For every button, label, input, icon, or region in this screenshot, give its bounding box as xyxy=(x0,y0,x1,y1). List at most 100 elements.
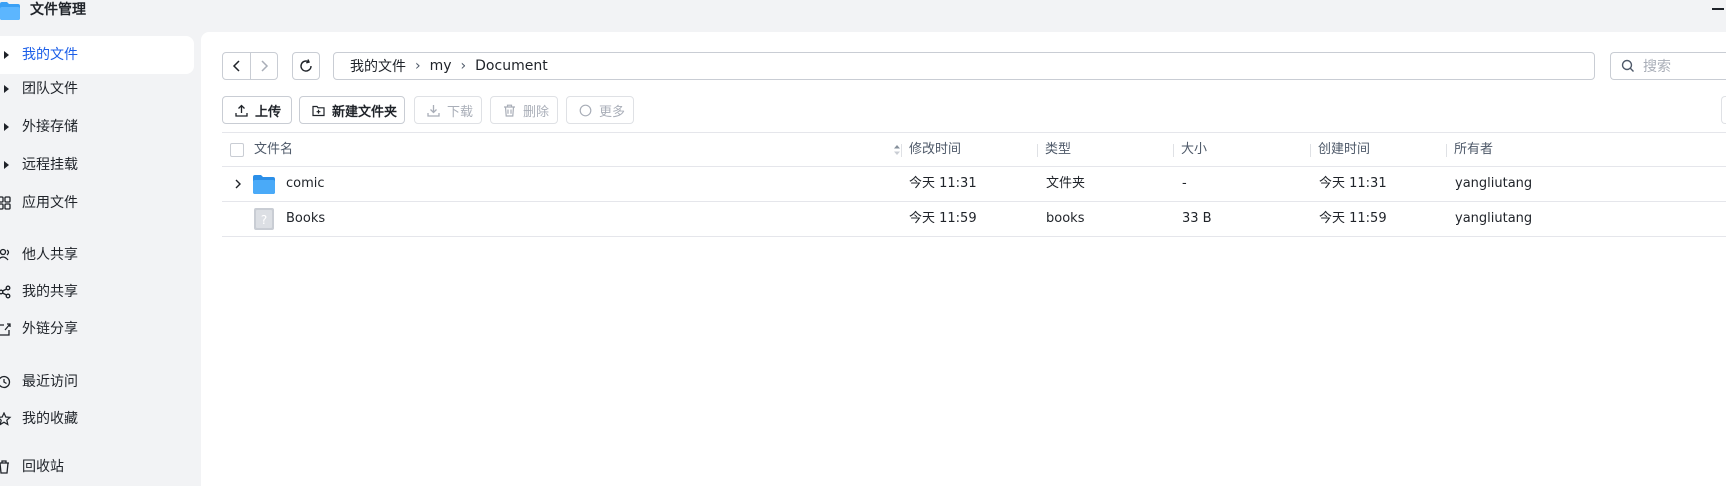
file-size: - xyxy=(1182,176,1187,191)
apps-grid-icon xyxy=(0,196,14,210)
sidebar-item-label: 外接存储 xyxy=(22,119,78,135)
sidebar-item-my-files[interactable]: 我的文件 xyxy=(0,36,194,74)
column-header-name[interactable]: 文件名 xyxy=(254,133,293,167)
file-size: 33 B xyxy=(1182,211,1212,226)
caret-right-icon xyxy=(0,158,14,172)
upload-button[interactable]: 上传 xyxy=(222,96,292,124)
file-modified: 今天 11:59 xyxy=(909,211,977,226)
breadcrumb-separator-icon: › xyxy=(460,58,467,74)
delete-button[interactable]: 删除 xyxy=(490,96,558,124)
file-name[interactable]: Books xyxy=(286,202,325,236)
breadcrumb-item-document[interactable]: Document xyxy=(475,58,548,74)
caret-right-icon xyxy=(0,82,14,96)
folder-icon xyxy=(253,173,275,195)
new-folder-button[interactable]: 新建文件夹 xyxy=(299,96,405,124)
history-nav xyxy=(222,52,278,80)
breadcrumb-separator-icon: › xyxy=(415,58,421,74)
share-icon xyxy=(0,285,14,299)
breadcrumb-item-my[interactable]: my xyxy=(430,58,452,74)
table-row[interactable]: comic 今天 11:31 文件夹 - 今天 11:31 yangliutan… xyxy=(222,167,1726,202)
svg-text:?: ? xyxy=(261,213,267,227)
column-divider[interactable] xyxy=(1173,144,1174,157)
caret-right-icon xyxy=(0,120,14,134)
column-divider[interactable] xyxy=(901,144,902,157)
clock-icon xyxy=(0,375,14,389)
expand-chevron-icon[interactable] xyxy=(234,179,242,189)
sidebar-item-favorites[interactable]: 我的收藏 xyxy=(0,400,194,438)
users-icon xyxy=(0,248,14,262)
caret-right-icon xyxy=(0,48,14,62)
table-row[interactable]: ? Books 今天 11:59 books 33 B 今天 11:59 yan… xyxy=(222,202,1726,237)
sidebar-item-app-files[interactable]: 应用文件 xyxy=(0,184,194,222)
forward-button[interactable] xyxy=(250,53,277,79)
more-label: 更多 xyxy=(599,104,626,120)
minimize-icon[interactable] xyxy=(1712,8,1724,10)
file-table: 文件名 修改时间 类型 大小 创建时间 所有者 comic 今天 11:31 文… xyxy=(222,132,1726,237)
folder-app-icon xyxy=(0,1,20,20)
file-created: 今天 11:31 xyxy=(1319,176,1387,191)
search-placeholder: 搜索 xyxy=(1643,59,1671,75)
download-button[interactable]: 下载 xyxy=(414,96,482,124)
sidebar-item-team-files[interactable]: 团队文件 xyxy=(0,70,194,108)
download-icon xyxy=(427,104,440,117)
title-bar: 文件管理 xyxy=(0,0,1726,22)
select-all-checkbox[interactable] xyxy=(230,143,244,157)
search-icon xyxy=(1621,59,1635,73)
sidebar-item-label: 我的共享 xyxy=(22,284,78,300)
sidebar-item-label: 回收站 xyxy=(22,459,64,475)
star-icon xyxy=(0,412,14,426)
trash-icon xyxy=(503,104,516,117)
sidebar-item-label: 团队文件 xyxy=(22,81,78,97)
external-link-icon xyxy=(0,322,14,336)
trash-icon xyxy=(0,460,14,474)
sidebar-item-my-shares[interactable]: 我的共享 xyxy=(0,273,194,311)
delete-label: 删除 xyxy=(523,104,550,120)
column-header-created[interactable]: 创建时间 xyxy=(1318,133,1370,167)
new-folder-label: 新建文件夹 xyxy=(332,104,398,120)
column-header-owner[interactable]: 所有者 xyxy=(1454,133,1493,167)
view-toggle-button[interactable] xyxy=(1721,96,1726,124)
sidebar-item-label: 我的文件 xyxy=(22,47,78,63)
sidebar-item-external-storage[interactable]: 外接存储 xyxy=(0,108,194,146)
sidebar-item-recent[interactable]: 最近访问 xyxy=(0,363,194,401)
main-panel: 我的文件 › my › Document 搜索 上传 新建文件夹 下载 删除 更… xyxy=(201,32,1726,486)
upload-icon xyxy=(235,104,248,117)
folder-plus-icon xyxy=(312,104,325,117)
refresh-button[interactable] xyxy=(292,52,320,80)
column-divider[interactable] xyxy=(1446,144,1447,157)
app-title: 文件管理 xyxy=(30,2,86,18)
refresh-icon xyxy=(299,59,313,73)
sidebar: 我的文件 团队文件 外接存储 远程挂载 应用文件 他人共享 我的共享 外链分享 … xyxy=(0,36,196,486)
file-modified: 今天 11:31 xyxy=(909,176,977,191)
back-button[interactable] xyxy=(223,53,250,79)
column-header-size[interactable]: 大小 xyxy=(1181,133,1207,167)
column-divider[interactable] xyxy=(1310,144,1311,157)
column-header-modified[interactable]: 修改时间 xyxy=(909,133,961,167)
sidebar-item-label: 我的收藏 xyxy=(22,411,78,427)
file-created: 今天 11:59 xyxy=(1319,211,1387,226)
sidebar-item-label: 他人共享 xyxy=(22,247,78,263)
file-type: books xyxy=(1046,211,1085,226)
upload-label: 上传 xyxy=(255,104,282,120)
file-name[interactable]: comic xyxy=(286,167,325,201)
sidebar-item-label: 应用文件 xyxy=(22,195,78,211)
sidebar-item-recycle-bin[interactable]: 回收站 xyxy=(0,448,194,486)
sidebar-item-link-shares[interactable]: 外链分享 xyxy=(0,310,194,348)
sort-icon[interactable] xyxy=(893,143,901,157)
file-owner: yangliutang xyxy=(1455,211,1533,226)
more-circle-icon xyxy=(579,104,592,117)
sidebar-item-label: 远程挂载 xyxy=(22,157,78,173)
sidebar-item-remote-mount[interactable]: 远程挂载 xyxy=(0,146,194,184)
sidebar-item-shared-with-me[interactable]: 他人共享 xyxy=(0,236,194,274)
search-input[interactable]: 搜索 xyxy=(1610,52,1726,80)
table-header: 文件名 修改时间 类型 大小 创建时间 所有者 xyxy=(222,132,1726,167)
file-owner: yangliutang xyxy=(1455,176,1533,191)
sidebar-item-label: 外链分享 xyxy=(22,321,78,337)
more-button[interactable]: 更多 xyxy=(566,96,634,124)
file-type: 文件夹 xyxy=(1046,176,1086,191)
column-divider[interactable] xyxy=(1037,144,1038,157)
sidebar-item-label: 最近访问 xyxy=(22,374,78,390)
breadcrumb-item-my-files[interactable]: 我的文件 xyxy=(350,56,406,76)
breadcrumb: 我的文件 › my › Document xyxy=(333,52,1595,80)
column-header-type[interactable]: 类型 xyxy=(1045,133,1071,167)
